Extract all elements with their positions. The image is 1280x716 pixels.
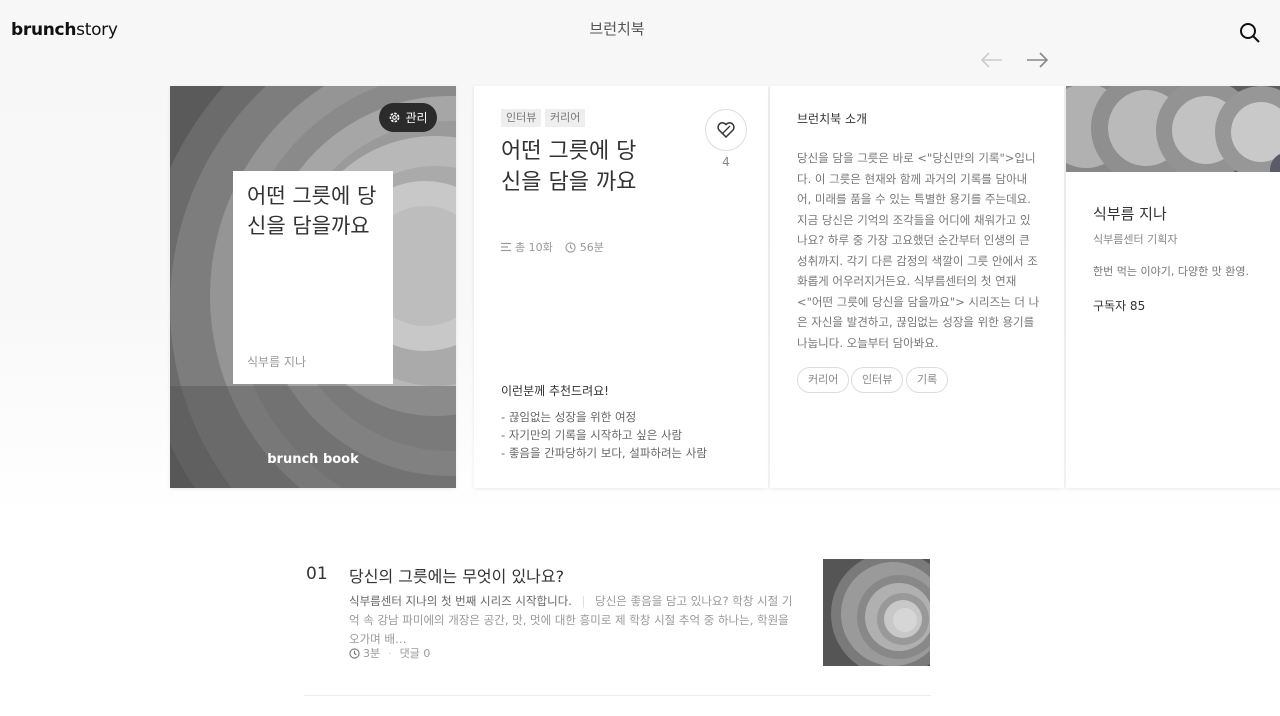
- recommend-item: - 좋음을 간파당하기 보다, 설파하려는 사람: [501, 446, 707, 460]
- tag-career[interactable]: 커리어: [545, 109, 586, 127]
- cover-title: 어떤 그릇에 당신을 담을까요: [247, 184, 377, 238]
- cover-label-card: 어떤 그릇에 당신을 담을까요 식부름 지나: [233, 171, 393, 384]
- subscriber-count: 구독자 85: [1093, 299, 1146, 313]
- tag-interview[interactable]: 인터뷰: [501, 109, 542, 127]
- episode-count: 총 10화: [515, 241, 553, 254]
- like-count: 4: [722, 155, 730, 169]
- recommend-list: - 끊임없는 성장을 위한 여정 - 자기만의 기록을 시작하고 싶은 사람 -…: [501, 408, 707, 462]
- article-excerpt: 식부름센터 지나의 첫 번째 시리즈 시작합니다. | 당신은 좋음을 담고 있…: [349, 594, 793, 646]
- article-thumbnail: [823, 559, 930, 666]
- intro-heading: 브런치북 소개: [797, 112, 868, 126]
- comment-count: 댓글 0: [399, 647, 431, 660]
- article-list-item[interactable]: 01 당신의 그릇에는 무엇이 있나요? 식부름센터 지나의 첫 번째 시리즈 …: [304, 558, 931, 696]
- author-role: 식부름센터 기획자: [1093, 233, 1178, 246]
- article-number: 01: [306, 564, 328, 584]
- like-icon: [717, 122, 735, 139]
- article-meta: 3분 · 댓글 0: [349, 645, 430, 661]
- list-icon: [501, 242, 511, 252]
- keyword-interview[interactable]: 인터뷰: [851, 367, 904, 393]
- gear-icon: [390, 112, 400, 123]
- arrow-left-icon[interactable]: [979, 48, 1005, 72]
- clock-icon: [349, 647, 360, 659]
- recommend-item: - 자기만의 기록을 시작하고 싶은 사람: [501, 428, 683, 442]
- cover-author: 식부름 지나: [247, 355, 307, 369]
- recommend-item: - 끊임없는 성장을 위한 여정: [501, 410, 637, 424]
- manage-button[interactable]: 관리: [379, 103, 437, 132]
- search-icon[interactable]: [1238, 21, 1262, 45]
- page-title: 브런치북: [589, 20, 645, 38]
- like-button[interactable]: [705, 109, 747, 151]
- author-banner-image: [1066, 86, 1280, 172]
- keyword-record[interactable]: 기록: [906, 367, 949, 393]
- arrow-right-icon[interactable]: [1024, 48, 1050, 72]
- keyword-career[interactable]: 커리어: [797, 367, 850, 393]
- manage-label: 관리: [405, 111, 428, 125]
- article-lead: 식부름센터 지나의 첫 번째 시리즈 시작합니다.: [349, 594, 572, 608]
- intro-body: 당신을 담을 그릇은 바로 <"당신만의 기록">입니다. 이 그릇은 현재와 …: [797, 151, 1040, 350]
- book-meta: 총 10화 56분: [501, 239, 604, 255]
- author-name[interactable]: 식부름 지나: [1093, 203, 1167, 224]
- article-title[interactable]: 당신의 그릇에는 무엇이 있나요?: [349, 563, 564, 587]
- author-description: 한번 먹는 이야기, 다양한 맛 환영.: [1093, 265, 1250, 278]
- book-title: 어떤 그릇에 당신을 담을 까요: [501, 139, 637, 195]
- read-time: 3분: [363, 647, 381, 660]
- clock-icon: [565, 241, 576, 253]
- cover-brand: brunch book: [267, 452, 359, 467]
- recommend-title: 이런분께 추천드려요!: [501, 384, 609, 398]
- total-duration: 56분: [579, 241, 604, 254]
